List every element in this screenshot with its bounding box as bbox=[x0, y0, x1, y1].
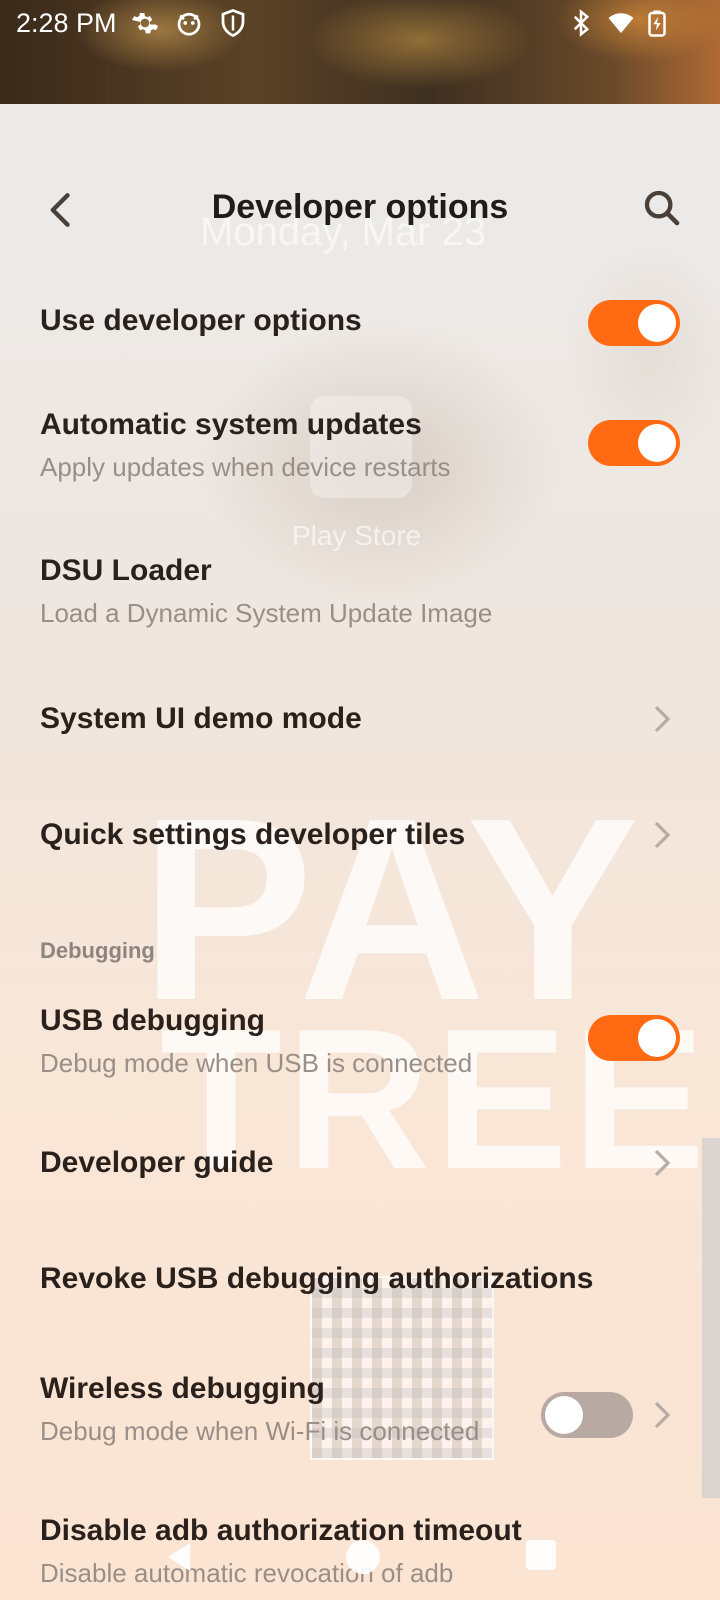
status-time: 2:28 PM bbox=[16, 8, 117, 38]
setting-subtitle: Debug mode when USB is connected bbox=[40, 1048, 473, 1078]
chevron-right-icon[interactable] bbox=[652, 1400, 672, 1430]
page-title: Developer options bbox=[211, 188, 509, 226]
nav-back-icon[interactable] bbox=[164, 1540, 194, 1574]
setting-title: DSU Loader bbox=[40, 554, 212, 587]
setting-system-ui-demo-mode[interactable]: System UI demo mode bbox=[0, 680, 720, 760]
setting-wireless-debugging[interactable]: Wireless debugging Debug mode when Wi-Fi… bbox=[0, 1350, 720, 1460]
setting-title: System UI demo mode bbox=[40, 702, 362, 735]
automatic-updates-toggle[interactable] bbox=[588, 420, 680, 466]
toggle-knob bbox=[545, 1396, 583, 1434]
setting-title: Wireless debugging bbox=[40, 1372, 325, 1405]
gear-icon bbox=[132, 13, 159, 34]
chevron-right-icon bbox=[654, 705, 671, 733]
toggle-knob bbox=[638, 304, 676, 342]
setting-usb-debugging[interactable]: USB debugging Debug mode when USB is con… bbox=[0, 980, 720, 1090]
use-developer-options-toggle[interactable] bbox=[588, 300, 680, 346]
setting-use-developer-options[interactable]: Use developer options bbox=[0, 280, 720, 364]
section-label-debugging: Debugging bbox=[40, 938, 155, 963]
shield-icon bbox=[221, 9, 245, 38]
bluetooth-icon bbox=[573, 9, 590, 37]
setting-title: Developer guide bbox=[40, 1146, 274, 1179]
app-header: Developer options bbox=[0, 168, 720, 252]
setting-quick-settings-tiles[interactable]: Quick settings developer tiles bbox=[0, 796, 720, 876]
setting-developer-guide[interactable]: Developer guide bbox=[0, 1124, 720, 1204]
wireless-debugging-toggle[interactable] bbox=[541, 1392, 633, 1438]
toggle-knob bbox=[638, 424, 676, 462]
toggle-knob bbox=[638, 1019, 676, 1057]
setting-title: Quick settings developer tiles bbox=[40, 818, 466, 851]
nav-recents-icon[interactable] bbox=[526, 1540, 556, 1570]
setting-title: USB debugging bbox=[40, 1004, 265, 1037]
setting-title: Use developer options bbox=[40, 304, 362, 337]
setting-title: Disable adb authorization timeout bbox=[40, 1514, 522, 1547]
setting-subtitle: Apply updates when device restarts bbox=[40, 452, 451, 482]
setting-subtitle: Load a Dynamic System Update Image bbox=[40, 598, 493, 628]
search-icon[interactable] bbox=[642, 188, 682, 228]
battery-charging-icon bbox=[648, 10, 666, 37]
chevron-right-icon bbox=[654, 1149, 671, 1177]
setting-revoke-usb-authorizations[interactable]: Revoke USB debugging authorizations bbox=[0, 1240, 720, 1320]
setting-title: Automatic system updates bbox=[40, 408, 422, 441]
status-bar: 2:28 PM bbox=[0, 0, 720, 48]
setting-automatic-system-updates[interactable]: Automatic system updates Apply updates w… bbox=[0, 386, 720, 496]
setting-title: Revoke USB debugging authorizations bbox=[40, 1262, 594, 1295]
usb-debugging-toggle[interactable] bbox=[588, 1015, 680, 1061]
setting-subtitle: Debug mode when Wi-Fi is connected bbox=[40, 1416, 480, 1446]
wifi-icon bbox=[608, 13, 634, 33]
setting-subtitle: Disable automatic revocation of adb bbox=[40, 1558, 454, 1588]
face-icon bbox=[177, 12, 201, 36]
setting-dsu-loader[interactable]: DSU Loader Load a Dynamic System Update … bbox=[0, 532, 720, 642]
chevron-right-icon bbox=[654, 821, 671, 849]
nav-home-icon[interactable] bbox=[346, 1540, 380, 1574]
